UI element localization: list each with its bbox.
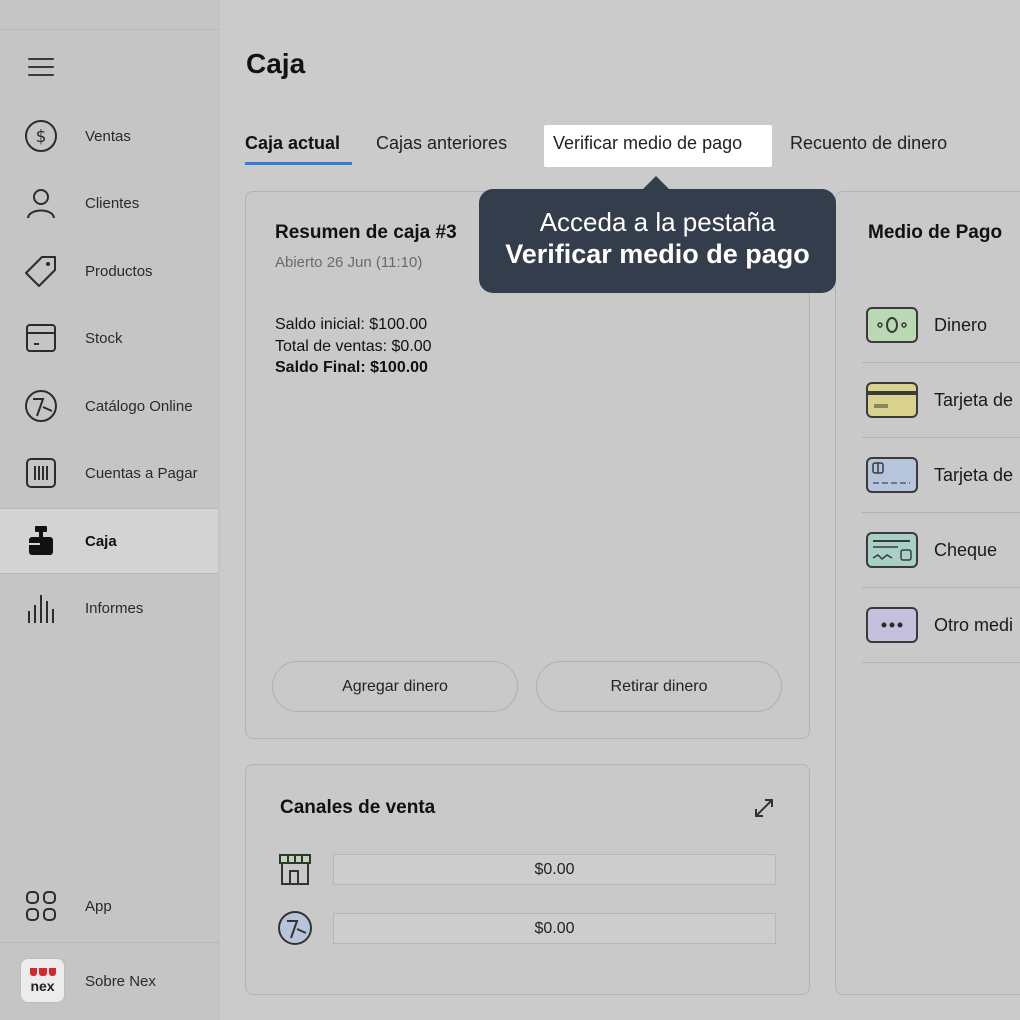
sidebar-item-stock[interactable]: Stock — [0, 305, 218, 371]
cheque-icon — [866, 532, 918, 568]
user-icon — [22, 184, 60, 222]
sidebar-item-app[interactable]: App — [0, 873, 218, 939]
final-balance: Saldo Final: $100.00 — [275, 359, 428, 376]
tab-verificar-medio-de-pago[interactable]: Verificar medio de pago — [553, 133, 742, 154]
store-channel-value: $0.00 — [333, 854, 776, 885]
sidebar-item-label: Productos — [85, 262, 153, 280]
payment-method-label: Tarjeta de — [934, 390, 1014, 410]
page-title: Caja — [246, 48, 306, 79]
expand-icon[interactable] — [752, 796, 776, 825]
debit-card-icon — [866, 457, 918, 493]
sidebar-item-label: Clientes — [85, 194, 140, 212]
online-channel-value: $0.00 — [333, 913, 776, 944]
sidebar-top-strip — [0, 0, 220, 30]
sidebar-item-label: Informes — [85, 599, 144, 617]
tag-icon — [22, 252, 60, 290]
catalog-icon — [277, 910, 313, 951]
cash-register-icon — [22, 522, 60, 560]
sidebar-item-catalogo-online[interactable]: Catálogo Online — [0, 373, 218, 439]
summary-title: Resumen de caja #3 — [275, 222, 457, 243]
sales-channels-title: Canales de venta — [280, 797, 436, 818]
tab-recuento-de-dinero[interactable]: Recuento de dinero — [790, 133, 947, 154]
summary-opened-date: Abierto 26 Jun (11:10) — [275, 254, 423, 271]
dollar-circle-icon: $ — [22, 117, 60, 155]
payment-method-cheque[interactable]: Cheque — [862, 513, 1020, 588]
payment-method-tarjeta-credito[interactable]: Tarjeta de — [862, 363, 1020, 438]
catalog-icon — [22, 387, 60, 425]
payment-method-label: Otro medi — [934, 615, 1014, 635]
payment-methods-title: Medio de Pago — [868, 222, 1003, 243]
sidebar-item-label: Caja — [85, 532, 117, 550]
bar-chart-icon — [22, 589, 60, 627]
initial-balance: Saldo inicial: $100.00 — [275, 316, 428, 333]
sidebar-item-label: Catálogo Online — [85, 397, 193, 415]
sidebar-item-sobre-nex[interactable]: Sobre Nex — [0, 948, 218, 1014]
payment-method-label: Cheque — [934, 540, 998, 560]
tooltip-line-1: Acceda a la pestaña — [539, 207, 776, 237]
sidebar-item-productos[interactable]: Productos — [0, 238, 218, 304]
sidebar-item-label: Ventas — [85, 127, 131, 145]
svg-text:$: $ — [36, 127, 47, 147]
sidebar-item-informes[interactable]: Informes — [0, 575, 218, 641]
payment-method-dinero[interactable]: Dinero — [862, 288, 1020, 363]
sidebar-item-label: App — [85, 897, 112, 915]
app-grid-icon — [22, 887, 60, 925]
sidebar-item-ventas[interactable]: $ Ventas — [0, 103, 218, 169]
active-tab-indicator — [245, 162, 352, 165]
tooltip-arrow — [642, 176, 670, 190]
add-money-button[interactable]: Agregar dinero — [272, 661, 518, 712]
banknote-icon — [866, 307, 918, 343]
total-sales: Total de ventas: $0.00 — [275, 338, 432, 355]
credit-card-icon — [866, 382, 918, 418]
sidebar-item-clientes[interactable]: Clientes — [0, 170, 218, 236]
sidebar-item-cuentas-a-pagar[interactable]: Cuentas a Pagar — [0, 440, 218, 506]
barcode-icon — [22, 454, 60, 492]
menu-icon[interactable] — [28, 58, 54, 76]
tooltip-line-2: Verificar medio de pago — [505, 239, 810, 269]
sidebar-item-label: Stock — [85, 329, 123, 347]
payment-method-label: Dinero — [934, 315, 988, 335]
box-icon — [22, 319, 60, 357]
withdraw-money-button[interactable]: Retirar dinero — [536, 661, 782, 712]
payment-method-otro[interactable]: Otro medi — [862, 588, 1020, 663]
sidebar-item-label: Cuentas a Pagar — [85, 464, 198, 482]
store-icon — [277, 851, 313, 892]
more-icon — [866, 607, 918, 643]
sidebar: $ Ventas Clientes Productos Stock Catálo… — [0, 0, 220, 1020]
payment-method-tarjeta-debito[interactable]: Tarjeta de — [862, 438, 1020, 513]
tab-caja-actual[interactable]: Caja actual — [245, 133, 340, 154]
payment-method-label: Tarjeta de — [934, 465, 1014, 485]
tooltip: Acceda a la pestaña Verificar medio de p… — [479, 176, 836, 293]
tab-cajas-anteriores[interactable]: Cajas anteriores — [376, 133, 507, 154]
sidebar-item-label: Sobre Nex — [85, 972, 156, 990]
divider — [0, 942, 220, 943]
sidebar-item-caja[interactable]: Caja — [0, 508, 218, 574]
